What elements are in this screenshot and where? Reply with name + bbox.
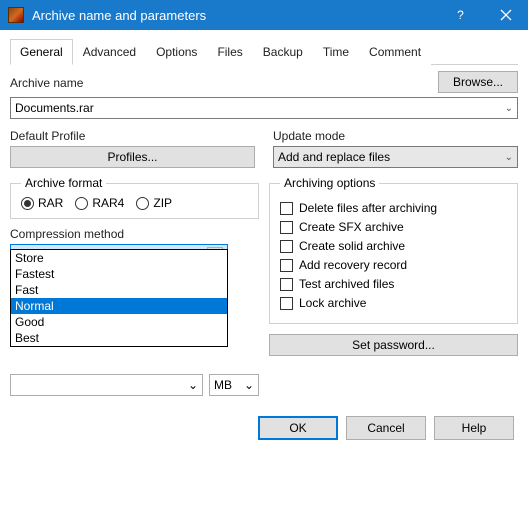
checkbox-create-sfx[interactable]: Create SFX archive — [280, 220, 507, 234]
window-title: Archive name and parameters — [32, 8, 438, 23]
tab-general[interactable]: General — [10, 39, 73, 65]
update-mode-label: Update mode — [273, 129, 518, 143]
tab-files[interactable]: Files — [207, 39, 252, 65]
radio-rar[interactable]: RAR — [21, 196, 63, 210]
archiving-options-legend: Archiving options — [280, 176, 379, 190]
cancel-button[interactable]: Cancel — [346, 416, 426, 440]
help-button[interactable]: Help — [434, 416, 514, 440]
dialog-footer: OK Cancel Help — [0, 406, 528, 454]
tab-comment[interactable]: Comment — [359, 39, 431, 65]
tab-time[interactable]: Time — [313, 39, 359, 65]
checkbox-icon — [280, 278, 293, 291]
archive-name-label: Archive name — [10, 76, 438, 90]
dropdown-item-fastest[interactable]: Fastest — [11, 266, 227, 282]
checkbox-icon — [280, 221, 293, 234]
chevron-down-icon: ⌄ — [244, 378, 254, 392]
help-icon[interactable]: ? — [438, 0, 483, 30]
set-password-button[interactable]: Set password... — [269, 334, 518, 356]
archive-format-legend: Archive format — [21, 176, 106, 190]
app-icon — [8, 7, 24, 23]
radio-icon — [136, 197, 149, 210]
size-unit-select[interactable]: MB ⌄ — [209, 374, 259, 396]
tab-backup[interactable]: Backup — [253, 39, 313, 65]
checkbox-delete-files[interactable]: Delete files after archiving — [280, 201, 507, 215]
tab-bar: General Advanced Options Files Backup Ti… — [10, 38, 518, 65]
split-size-select[interactable]: ⌄ — [10, 374, 203, 396]
dropdown-item-store[interactable]: Store — [11, 250, 227, 266]
checkbox-lock-archive[interactable]: Lock archive — [280, 296, 507, 310]
radio-icon — [75, 197, 88, 210]
checkbox-add-recovery[interactable]: Add recovery record — [280, 258, 507, 272]
radio-zip[interactable]: ZIP — [136, 196, 172, 210]
compression-dropdown: Store Fastest Fast Normal Good Best — [10, 249, 228, 347]
ok-button[interactable]: OK — [258, 416, 338, 440]
browse-button[interactable]: Browse... — [438, 71, 518, 93]
radio-rar4[interactable]: RAR4 — [75, 196, 124, 210]
dropdown-item-fast[interactable]: Fast — [11, 282, 227, 298]
checkbox-test-archived[interactable]: Test archived files — [280, 277, 507, 291]
compression-method-label: Compression method — [10, 227, 259, 241]
close-icon[interactable] — [483, 0, 528, 30]
checkbox-create-solid[interactable]: Create solid archive — [280, 239, 507, 253]
profiles-button[interactable]: Profiles... — [10, 146, 255, 168]
dropdown-item-good[interactable]: Good — [11, 314, 227, 330]
chevron-down-icon: ⌄ — [505, 103, 513, 114]
radio-icon — [21, 197, 34, 210]
default-profile-label: Default Profile — [10, 129, 255, 143]
dropdown-item-best[interactable]: Best — [11, 330, 227, 346]
tab-advanced[interactable]: Advanced — [73, 39, 146, 65]
tab-options[interactable]: Options — [146, 39, 207, 65]
titlebar: Archive name and parameters ? — [0, 0, 528, 30]
checkbox-icon — [280, 259, 293, 272]
checkbox-icon — [280, 240, 293, 253]
checkbox-icon — [280, 297, 293, 310]
archive-name-input[interactable]: Documents.rar ⌄ — [10, 97, 518, 119]
archive-name-value: Documents.rar — [15, 101, 94, 115]
chevron-down-icon: ⌄ — [188, 378, 198, 392]
chevron-down-icon: ⌄ — [505, 152, 513, 163]
archive-format-group: Archive format RAR RAR4 ZIP — [10, 176, 259, 219]
archiving-options-group: Archiving options Delete files after arc… — [269, 176, 518, 324]
update-mode-select[interactable]: Add and replace files ⌄ — [273, 146, 518, 168]
dropdown-item-normal[interactable]: Normal — [11, 298, 227, 314]
checkbox-icon — [280, 202, 293, 215]
update-mode-value: Add and replace files — [278, 150, 390, 164]
